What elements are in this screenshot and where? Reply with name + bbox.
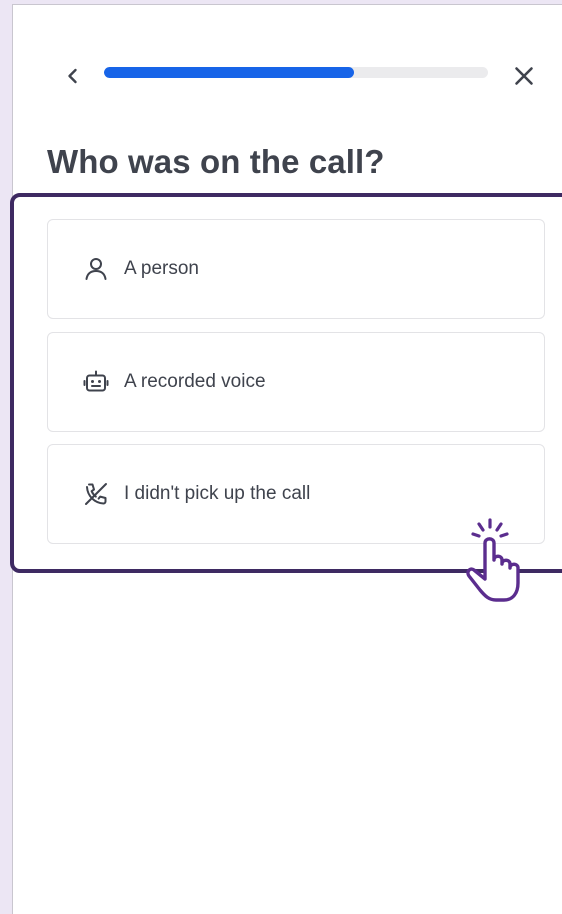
question-screen: Who was on the call? A person A recorded… (10, 4, 562, 914)
progress-bar (104, 67, 488, 78)
question-title: Who was on the call? (47, 143, 385, 180)
close-icon (515, 67, 533, 85)
close-button[interactable] (508, 60, 540, 92)
chevron-left-icon (68, 68, 77, 84)
back-button[interactable] (57, 60, 89, 92)
pointing-hand-click-icon (466, 518, 520, 602)
progress-fill (104, 67, 354, 78)
highlight-frame (10, 193, 562, 573)
